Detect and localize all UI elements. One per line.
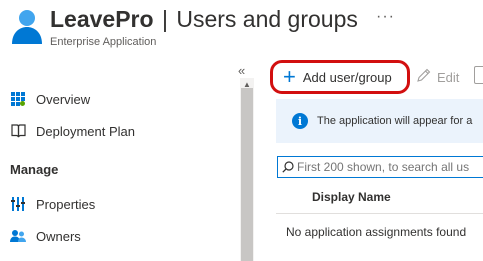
add-user-group-label: Add user/group bbox=[302, 69, 392, 85]
users-icon bbox=[10, 228, 26, 244]
table-header-divider bbox=[276, 213, 483, 214]
sidebar-item-label: Deployment Plan bbox=[36, 123, 135, 139]
info-icon: i bbox=[292, 113, 308, 129]
grid-icon bbox=[10, 91, 26, 107]
toolbar-overflow-icon[interactable] bbox=[474, 66, 483, 84]
sidebar-item-label: Properties bbox=[36, 196, 96, 212]
sidebar-item-overview[interactable]: Overview bbox=[10, 87, 90, 111]
book-icon bbox=[10, 123, 26, 139]
search-icon bbox=[282, 161, 294, 173]
sidebar-section-manage: Manage bbox=[10, 162, 59, 177]
add-user-group-button[interactable]: + Add user/group bbox=[270, 60, 410, 94]
properties-icon bbox=[10, 196, 26, 212]
sidebar-scrollbar-thumb[interactable] bbox=[241, 88, 253, 261]
page-title: LeavePro | Users and groups bbox=[50, 4, 358, 34]
sidebar-item-properties[interactable]: Properties bbox=[10, 192, 95, 216]
page-section-title: Users and groups bbox=[176, 6, 358, 32]
column-header-display-name[interactable]: Display Name bbox=[312, 190, 391, 204]
title-separator: | bbox=[161, 6, 168, 32]
search-input[interactable] bbox=[297, 160, 483, 174]
search-box[interactable] bbox=[277, 156, 483, 178]
sidebar-item-deployment-plan[interactable]: Deployment Plan bbox=[10, 119, 135, 143]
more-options-button[interactable]: ··· bbox=[376, 8, 395, 26]
empty-table-message: No application assignments found bbox=[286, 225, 467, 239]
info-banner: i The application will appear for a bbox=[276, 99, 483, 143]
pencil-icon bbox=[416, 68, 431, 86]
scroll-up-arrow-icon[interactable]: ▲ bbox=[243, 80, 251, 89]
plus-icon: + bbox=[283, 64, 296, 89]
collapse-sidebar-button[interactable]: « bbox=[238, 63, 245, 78]
edit-button[interactable]: Edit bbox=[416, 68, 459, 86]
page-subtitle: Enterprise Application bbox=[50, 36, 157, 48]
sidebar-item-label: Owners bbox=[36, 228, 81, 244]
sidebar-item-owners[interactable]: Owners bbox=[10, 224, 81, 248]
edit-label: Edit bbox=[437, 69, 460, 85]
info-banner-text: The application will appear for a bbox=[317, 115, 473, 127]
app-user-icon bbox=[10, 8, 44, 44]
app-name: LeavePro bbox=[50, 6, 154, 32]
sidebar-item-label: Overview bbox=[36, 91, 91, 107]
